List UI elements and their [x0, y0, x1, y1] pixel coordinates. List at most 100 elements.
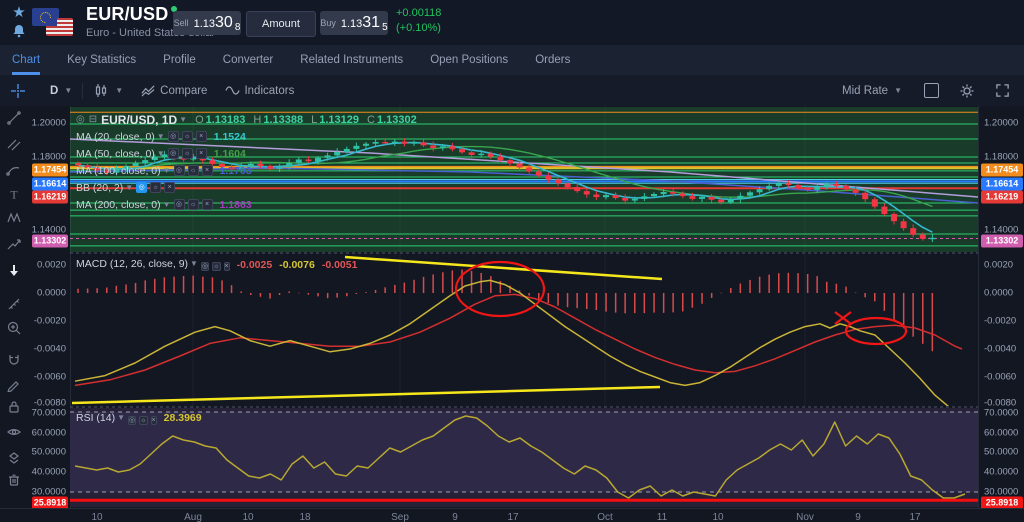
zoom-in-tool-icon[interactable]	[6, 320, 24, 338]
close-icon[interactable]: ×	[151, 416, 157, 425]
magnet-tool-icon[interactable]	[6, 352, 24, 370]
visibility-circle-icon[interactable]: ◎	[76, 114, 85, 125]
tab-related-instruments[interactable]: Related Instruments	[300, 45, 403, 75]
close-icon[interactable]: ×	[202, 199, 213, 210]
indicator-title[interactable]: MA (200, close, 0)	[76, 199, 161, 211]
indicator-title[interactable]: BB (20, 2)	[76, 182, 123, 194]
brush-tool-icon[interactable]	[6, 162, 24, 180]
axis-tick-label: 1.18000	[984, 152, 1018, 163]
tab-converter[interactable]: Converter	[223, 45, 274, 75]
chevron-down-icon[interactable]: ▼	[157, 149, 165, 158]
close-icon[interactable]: ×	[196, 148, 207, 159]
text-tool-icon[interactable]: T	[6, 186, 24, 204]
buy-button[interactable]: Buy 1.1331 5	[320, 11, 388, 35]
eye-tool-icon[interactable]	[6, 424, 24, 442]
indicator-title[interactable]: MA (20, close, 0)	[76, 131, 155, 143]
tab-open-positions[interactable]: Open Positions	[430, 45, 508, 75]
eye-icon[interactable]: ◎	[168, 148, 179, 159]
sell-button[interactable]: Sell 1.1330 8	[173, 11, 241, 35]
chevron-down-icon[interactable]: ▼	[190, 259, 198, 268]
settings-icon[interactable]: ☼	[182, 131, 193, 142]
settings-icon[interactable]: ☼	[150, 182, 161, 193]
price-axis-right[interactable]: 1.200001.180001.174541.166141.162191.140…	[978, 106, 1024, 508]
low-value: 1.13129	[319, 114, 359, 126]
object-tree-tool-icon[interactable]	[6, 451, 24, 469]
trash-tool-icon[interactable]	[6, 472, 24, 490]
indicator-value: 1.1604	[214, 148, 246, 160]
tab-orders[interactable]: Orders	[535, 45, 570, 75]
trend-line-tool-icon[interactable]	[6, 110, 24, 128]
interval-dropdown[interactable]: D▼	[50, 85, 72, 97]
chart-style-dropdown[interactable]: ▼	[93, 83, 123, 99]
chevron-down-icon[interactable]: ▼	[163, 200, 171, 209]
close-icon[interactable]: ×	[164, 182, 175, 193]
price-label-badge: 1.16219	[981, 191, 1023, 204]
snapshot-button[interactable]	[924, 83, 939, 98]
indicators-button[interactable]: Indicators	[225, 83, 294, 98]
time-tick-label: Aug	[184, 512, 202, 522]
chevron-down-icon[interactable]: ▼	[163, 166, 171, 175]
svg-text:T: T	[10, 188, 18, 202]
chevron-down-icon: ▼	[894, 86, 902, 95]
settings-icon[interactable]: ☼	[188, 199, 199, 210]
settings-icon[interactable]: ☼	[139, 416, 147, 425]
collapse-pane-icon[interactable]: ⊟	[89, 114, 97, 125]
drawing-pencil-tool-icon[interactable]	[6, 376, 24, 394]
fullscreen-icon	[995, 83, 1010, 98]
forecast-tool-icon[interactable]	[6, 236, 24, 254]
eye-icon[interactable]: ◎	[128, 416, 136, 425]
close-icon[interactable]: ×	[202, 165, 213, 176]
chevron-down-icon[interactable]: ▼	[125, 183, 133, 192]
compare-button[interactable]: Compare	[141, 83, 207, 98]
eye-icon[interactable]: ◎	[174, 199, 185, 210]
axis-tick-label: -0.0060	[34, 372, 66, 383]
amount-label: Amount	[262, 18, 300, 30]
settings-icon[interactable]: ☼	[212, 262, 220, 271]
settings-icon[interactable]: ☼	[182, 148, 193, 159]
tab-profile[interactable]: Profile	[163, 45, 196, 75]
chevron-down-icon[interactable]: ▼	[117, 413, 125, 422]
alert-bell-icon[interactable]	[11, 23, 27, 39]
indicator-legend-row: MA (100, close, 0)▼◎☼×1.1703	[76, 163, 417, 178]
settings-icon[interactable]: ☼	[188, 165, 199, 176]
chart-plot-area[interactable]: ◎ ⊟ EUR/USD, 1D ▼ O1.13183 H1.13388 L1.1…	[70, 106, 978, 508]
measure-tool-icon[interactable]	[6, 296, 24, 314]
price-axis-left[interactable]: 1.200001.180001.174541.166141.162191.140…	[30, 106, 71, 508]
price-source-dropdown[interactable]: Mid Rate▼	[842, 85, 902, 97]
chevron-down-icon: ▼	[64, 86, 72, 95]
indicator-legend-row: MA (200, close, 0)▼◎☼×1.1863	[76, 197, 417, 212]
compare-label: Compare	[160, 85, 207, 97]
arrow-down-tool-icon[interactable]	[6, 262, 24, 280]
indicator-title[interactable]: MA (50, close, 0)	[76, 148, 155, 160]
eye-icon[interactable]: ◎	[168, 131, 179, 142]
open-label: O	[195, 114, 204, 126]
axis-tick-label: 0.0000	[37, 288, 66, 299]
macd-title[interactable]: MACD (12, 26, close, 9)	[76, 258, 188, 270]
crosshair-tool[interactable]	[10, 83, 26, 99]
chevron-down-icon: ▼	[115, 86, 123, 95]
chevron-down-icon[interactable]: ▼	[157, 132, 165, 141]
time-axis[interactable]: 10Aug1018Sep917Oct1110Nov917	[0, 508, 1024, 522]
eye-icon[interactable]: ◎	[201, 262, 209, 271]
xabcd-pattern-tool-icon[interactable]	[6, 210, 24, 228]
chart-symbol-title[interactable]: EUR/USD, 1D	[101, 113, 177, 127]
favorite-star-icon[interactable]: ★	[10, 4, 28, 22]
chevron-down-icon[interactable]: ▼	[179, 115, 187, 124]
price-label-badge: 1.17454	[981, 164, 1023, 177]
tab-key-statistics[interactable]: Key Statistics	[67, 45, 136, 75]
axis-tick-label: 70.0000	[984, 408, 1018, 419]
lock-tool-icon[interactable]	[6, 399, 24, 417]
indicator-title[interactable]: MA (100, close, 0)	[76, 165, 161, 177]
settings-button[interactable]	[959, 83, 975, 99]
fullscreen-button[interactable]	[995, 83, 1010, 98]
compare-icon	[141, 83, 156, 98]
tab-chart[interactable]: Chart	[12, 45, 40, 75]
rsi-title[interactable]: RSI (14)	[76, 412, 115, 424]
amount-button[interactable]: Amount	[246, 11, 316, 37]
price-change: +0.00118 (+0.10%)	[396, 6, 441, 36]
eye-icon[interactable]: ◎	[136, 182, 147, 193]
axis-tick-label: -0.0060	[984, 372, 1016, 383]
close-icon[interactable]: ×	[196, 131, 207, 142]
eye-icon[interactable]: ◎	[174, 165, 185, 176]
parallel-channel-tool-icon[interactable]	[6, 136, 24, 154]
